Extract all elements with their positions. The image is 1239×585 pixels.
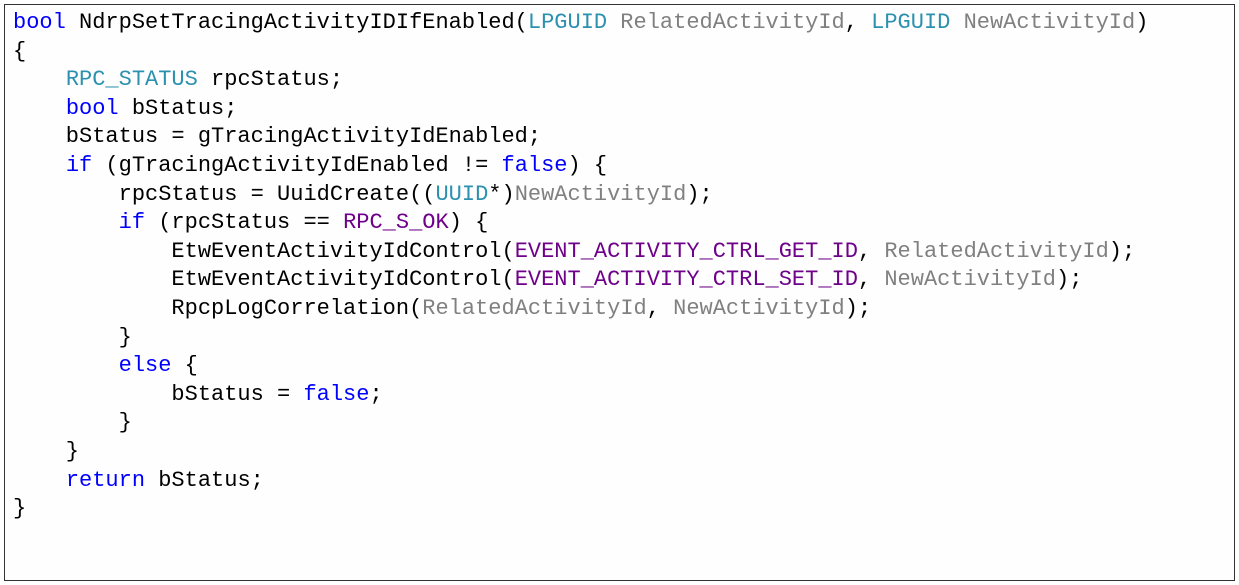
code-line-6: bStatus = gTracingActivityIdEnabled;: [13, 123, 1226, 152]
param-new: NewActivityId: [673, 296, 845, 321]
param-related: RelatedActivityId: [884, 239, 1108, 264]
assign: bStatus =: [13, 382, 303, 407]
condition: (gTracingActivityIdEnabled !=: [92, 153, 501, 178]
indent: [13, 153, 66, 178]
code-line-11: EtwEventActivityIdControl(EVENT_ACTIVITY…: [13, 266, 1226, 295]
param-new: NewActivityId: [950, 10, 1135, 35]
code-line-10: EtwEventActivityIdControl(EVENT_ACTIVITY…: [13, 238, 1226, 267]
var-bstatus: bStatus;: [119, 96, 238, 121]
code-line-13: }: [13, 324, 1226, 353]
indent: [13, 468, 66, 493]
code-line-3: RPC_STATUS rpcStatus;: [13, 66, 1226, 95]
code-line-19: }: [13, 495, 1226, 524]
keyword-bool: bool: [66, 96, 119, 121]
comma: ,: [858, 267, 884, 292]
indent: [13, 210, 119, 235]
code-line-2: {: [13, 38, 1226, 67]
keyword-false: false: [502, 153, 568, 178]
type-lpguid: LPGUID: [528, 10, 607, 35]
param-related: RelatedActivityId: [607, 10, 845, 35]
param-newid: NewActivityId: [515, 182, 687, 207]
semi: ;: [369, 382, 382, 407]
const-setid: EVENT_ACTIVITY_CTRL_SET_ID: [515, 267, 858, 292]
code-line-12: RpcpLogCorrelation(RelatedActivityId, Ne…: [13, 295, 1226, 324]
semi: );: [686, 182, 712, 207]
call-uuidcreate: rpcStatus = UuidCreate((: [13, 182, 435, 207]
type-lpguid2: LPGUID: [871, 10, 950, 35]
cast: *): [488, 182, 514, 207]
keyword-return: return: [66, 468, 145, 493]
brace: ) {: [568, 153, 608, 178]
code-line-18: return bStatus;: [13, 467, 1226, 496]
keyword-if: if: [66, 153, 92, 178]
code-line-17: }: [13, 438, 1226, 467]
call-etw1: EtwEventActivityIdControl(: [13, 239, 515, 264]
brace: {: [171, 353, 197, 378]
keyword-else: else: [119, 353, 172, 378]
type-uuid: UUID: [435, 182, 488, 207]
retval: bStatus;: [145, 468, 264, 493]
comma: ,: [845, 10, 871, 35]
code-line-14: else {: [13, 352, 1226, 381]
comma: ,: [647, 296, 673, 321]
keyword-false: false: [303, 382, 369, 407]
code-line-15: bStatus = false;: [13, 381, 1226, 410]
indent: [13, 353, 119, 378]
semi: );: [1056, 267, 1082, 292]
condition: (rpcStatus ==: [145, 210, 343, 235]
code-line-7: if (gTracingActivityIdEnabled != false) …: [13, 152, 1226, 181]
indent: [13, 67, 66, 92]
call-rpcp: RpcpLogCorrelation(: [13, 296, 422, 321]
code-line-16: }: [13, 409, 1226, 438]
param-related: RelatedActivityId: [422, 296, 646, 321]
comma: ,: [858, 239, 884, 264]
type-rpcstatus: RPC_STATUS: [66, 67, 198, 92]
semi: );: [1109, 239, 1135, 264]
code-block: bool NdrpSetTracingActivityIDIfEnabled(L…: [4, 4, 1235, 581]
semi: );: [845, 296, 871, 321]
paren-close: ): [1135, 10, 1148, 35]
keyword-if: if: [119, 210, 145, 235]
code-line-4: bool bStatus;: [13, 95, 1226, 124]
code-line-9: if (rpcStatus == RPC_S_OK) {: [13, 209, 1226, 238]
var-rpcstatus: rpcStatus;: [198, 67, 343, 92]
const-getid: EVENT_ACTIVITY_CTRL_GET_ID: [515, 239, 858, 264]
indent: [13, 96, 66, 121]
const-rpcok: RPC_S_OK: [343, 210, 449, 235]
func-name: NdrpSetTracingActivityIDIfEnabled(: [66, 10, 528, 35]
code-line-8: rpcStatus = UuidCreate((UUID*)NewActivit…: [13, 181, 1226, 210]
param-new: NewActivityId: [884, 267, 1056, 292]
call-etw2: EtwEventActivityIdControl(: [13, 267, 515, 292]
keyword-bool: bool: [13, 10, 66, 35]
brace: ) {: [449, 210, 489, 235]
code-line-1: bool NdrpSetTracingActivityIDIfEnabled(L…: [13, 9, 1226, 38]
